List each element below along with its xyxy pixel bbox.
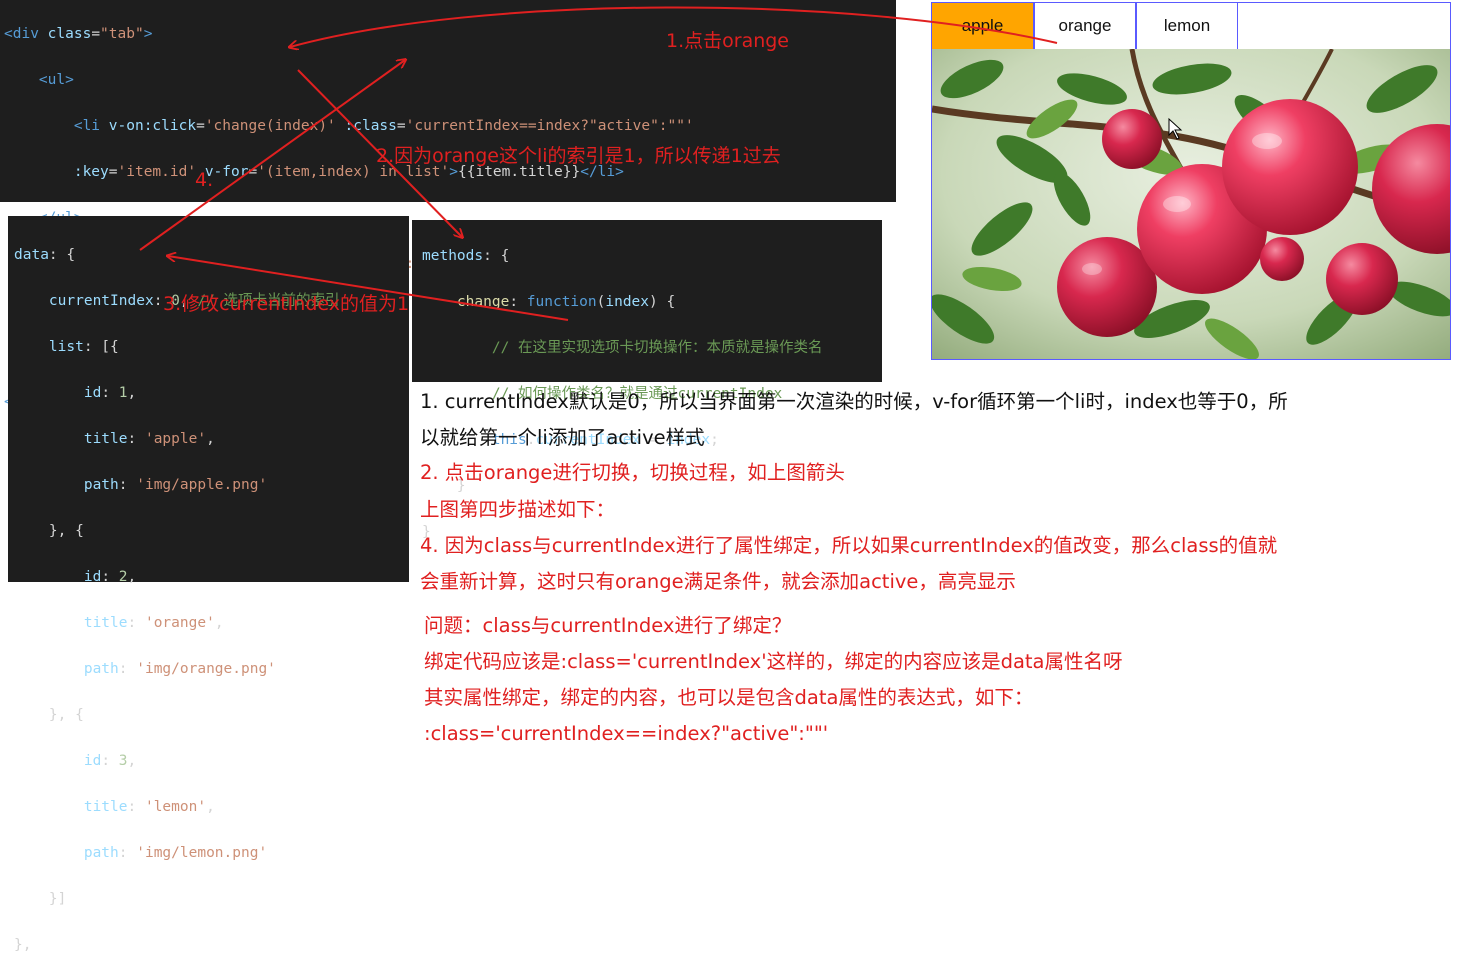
code-line: path: 'img/apple.png' xyxy=(83,477,268,493)
tab-list: apple orange lemon xyxy=(932,3,1238,49)
tab-orange[interactable]: orange xyxy=(1034,3,1136,49)
code-line: id: 1, xyxy=(83,385,137,401)
code-methods-panel: methods: { change: function(index) { // … xyxy=(412,220,882,540)
code-line: path: 'img/lemon.png' xyxy=(83,845,268,861)
code-line: list: [{ xyxy=(48,339,119,355)
code-line: change: function(index) { xyxy=(456,294,676,310)
code-line: }, { xyxy=(48,523,84,539)
annotation-step1: 1.点击orange xyxy=(666,30,789,52)
code-line: path: 'img/orange.png' xyxy=(83,661,276,677)
note-1-line1: 1. currentIndex默认是0，所以当界面第一次渲染的时候，v-for循… xyxy=(420,390,1288,413)
code-line: // 在这里实现选项卡切换操作：本质就是操作类名 xyxy=(491,340,823,356)
code-line: title: 'apple', xyxy=(83,431,215,447)
note-2: 2. 点击orange进行切换，切换过程，如上图箭头 xyxy=(420,461,845,484)
code-line: methods: { xyxy=(422,248,510,264)
tab-demo: apple orange lemon xyxy=(931,2,1451,360)
annotation-step2: 2.因为orange这个li的索引是1，所以传递1过去 xyxy=(376,145,781,167)
tab-apple[interactable]: apple xyxy=(932,3,1034,49)
note-1-line2: 以就给第一个li添加了active样式 xyxy=(420,426,705,449)
question-2: 绑定代码应该是:class='currentIndex'这样的，绑定的内容应该是… xyxy=(424,650,1123,673)
code-data-panel: data: { currentIndex: 0, // 选项卡当前的索引 lis… xyxy=(8,216,409,953)
code-line: }, { xyxy=(48,707,84,723)
tab-lemon[interactable]: lemon xyxy=(1136,3,1238,49)
note-4-line2: 会重新计算，这时只有orange满足条件，就会添加active，高亮显示 xyxy=(420,570,1016,593)
annotation-step4: 4. xyxy=(195,169,214,191)
code-line: }, xyxy=(14,937,32,953)
apple-photo xyxy=(932,49,1450,359)
code-line: data: { xyxy=(14,247,76,263)
code-line: <li v-on:click='change(index)' :class='c… xyxy=(73,118,694,134)
code-line: title: 'orange', xyxy=(83,615,224,631)
question-3: 其实属性绑定，绑定的内容，也可以是包含data属性的表达式，如下： xyxy=(424,686,1034,709)
note-3: 上图第四步描述如下： xyxy=(420,498,616,521)
question-4: :class='currentIndex==index?"active":""' xyxy=(424,722,829,745)
note-4-line1: 4. 因为class与currentIndex进行了属性绑定，所以如果curre… xyxy=(420,534,1278,557)
code-line: <ul> xyxy=(38,72,74,88)
code-line: }] xyxy=(48,891,67,907)
code-line: id: 2, xyxy=(83,569,137,585)
question-1: 问题：class与currentIndex进行了绑定？ xyxy=(424,614,792,637)
annotation-step3: 3.修改currentIndex的值为1 xyxy=(163,293,410,315)
code-line: id: 3, xyxy=(83,753,137,769)
code-line: title: 'lemon', xyxy=(83,799,215,815)
